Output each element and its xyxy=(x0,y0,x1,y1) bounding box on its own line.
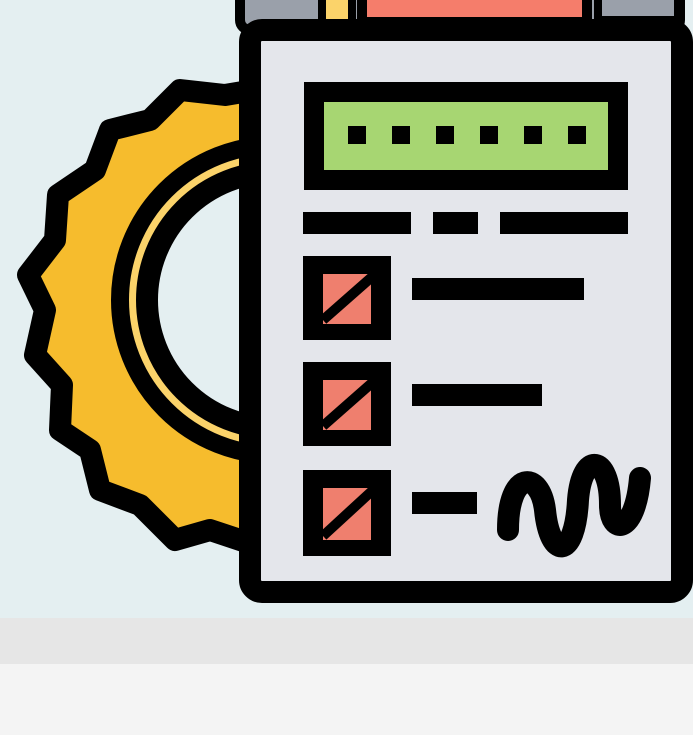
item-line xyxy=(412,492,477,514)
illustration-canvas xyxy=(0,0,693,618)
serial-display xyxy=(304,82,628,190)
footer-divider xyxy=(0,618,693,664)
footer-area xyxy=(0,664,693,735)
divider-line xyxy=(303,212,628,234)
item-line xyxy=(412,384,542,406)
checklist-settings-icon xyxy=(17,0,693,603)
item-line xyxy=(412,278,584,300)
